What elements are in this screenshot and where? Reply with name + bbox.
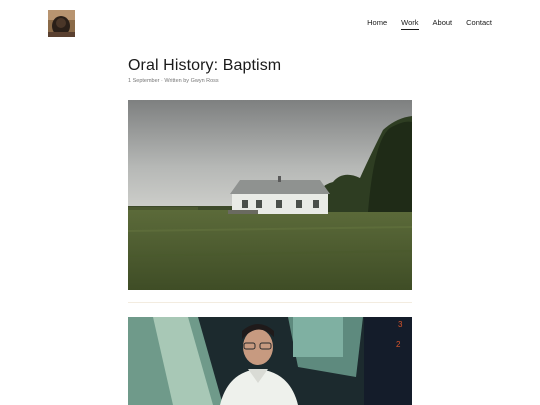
section-divider xyxy=(128,302,412,303)
site-logo-avatar[interactable] xyxy=(48,10,75,37)
post-meta: 1 September · Written by Gwyn Ross xyxy=(128,78,219,84)
main-nav: Home Work About Contact xyxy=(367,18,492,30)
svg-text:3: 3 xyxy=(398,320,403,329)
nav-contact-link[interactable]: Contact xyxy=(466,18,492,30)
avatar-image xyxy=(48,10,75,37)
site-header: Home Work About Contact xyxy=(0,0,540,50)
nav-work-link[interactable]: Work xyxy=(401,18,419,30)
nav-home-link[interactable]: Home xyxy=(367,18,387,30)
man-with-glasses-portrait-photo: 3 2 xyxy=(128,317,412,405)
svg-text:2: 2 xyxy=(396,340,401,349)
post-title: Oral History: Baptism xyxy=(128,57,282,74)
white-farmhouse-in-field-photo xyxy=(128,100,412,290)
nav-about-link[interactable]: About xyxy=(433,18,453,30)
